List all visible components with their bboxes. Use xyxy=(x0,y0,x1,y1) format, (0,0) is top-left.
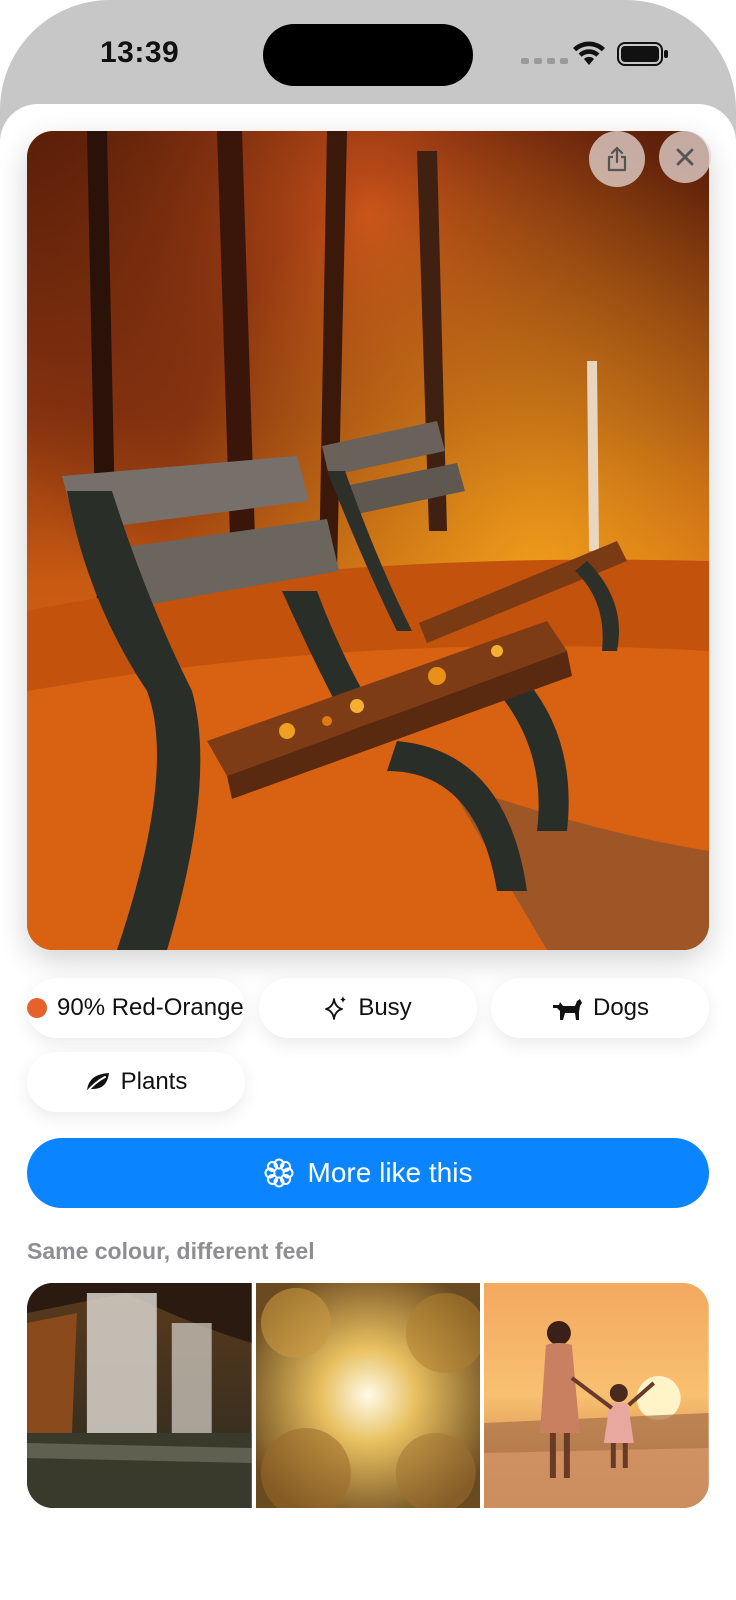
share-icon xyxy=(607,146,627,172)
sunset-beach-illustration xyxy=(484,1283,709,1508)
share-button[interactable] xyxy=(589,131,645,187)
tag-label: Plants xyxy=(120,1068,188,1095)
related-image-sunset-beach[interactable] xyxy=(484,1283,709,1508)
dynamic-island xyxy=(263,24,473,86)
leaf-icon xyxy=(84,1073,109,1094)
more-like-this-label: More like this xyxy=(307,1157,473,1188)
tag-label: Busy xyxy=(358,994,412,1021)
golden-clouds-illustration xyxy=(255,1283,481,1508)
tag-chip-plants[interactable]: Plants xyxy=(27,1052,245,1112)
sparkle-icon xyxy=(325,996,347,1020)
wifi-icon xyxy=(573,41,605,65)
section-title: Same colour, different feel xyxy=(27,1238,315,1264)
close-icon xyxy=(676,148,694,166)
cellular-signal-icon xyxy=(521,58,568,64)
related-image-clouds[interactable] xyxy=(255,1283,481,1508)
tag-chip-busy[interactable]: Busy xyxy=(259,978,477,1038)
tag-label: Dogs xyxy=(592,994,650,1021)
close-button[interactable] xyxy=(659,131,711,183)
battery-icon xyxy=(617,42,668,66)
waterfall-illustration xyxy=(27,1283,252,1508)
related-images-strip xyxy=(27,1283,709,1508)
dog-icon xyxy=(552,999,582,1020)
flower-icon xyxy=(264,1158,294,1188)
status-bar: 13:39 xyxy=(0,0,736,104)
hero-image[interactable] xyxy=(27,131,709,950)
color-dot-icon xyxy=(27,998,47,1018)
autumn-benches-illustration xyxy=(27,131,709,950)
status-time: 13:39 xyxy=(100,36,180,69)
related-image-waterfall[interactable] xyxy=(27,1283,252,1508)
tag-label: 90% Red-Orange xyxy=(57,994,244,1021)
tag-chip-color[interactable]: 90% Red-Orange xyxy=(27,978,245,1038)
more-like-this-button[interactable]: More like this xyxy=(27,1138,709,1208)
tag-chip-dogs[interactable]: Dogs xyxy=(491,978,709,1038)
